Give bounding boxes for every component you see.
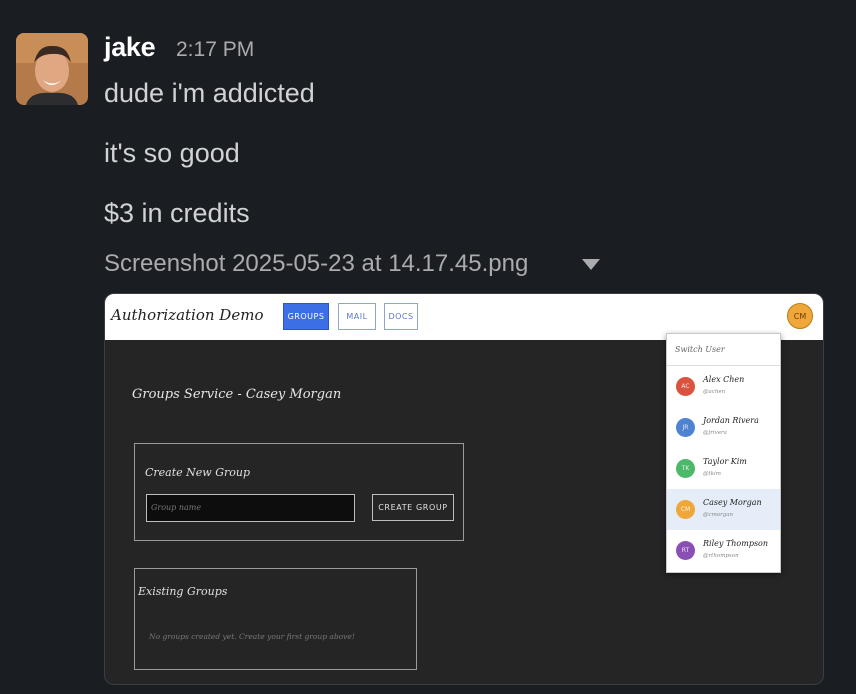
user-handle: @tkim [703, 471, 722, 477]
attachment-image[interactable]: Authorization Demo GROUPS MAIL DOCS CM G… [104, 293, 824, 685]
user-avatar: JR [676, 418, 695, 437]
attachment-filename[interactable]: Screenshot 2025-05-23 at 14.17.45.png [104, 250, 528, 278]
panel-title: Create New Group [145, 466, 251, 479]
user-name: Jordan Rivera [703, 416, 759, 425]
user-name: Riley Thompson [703, 539, 769, 548]
user-avatar: TK [676, 459, 695, 478]
user-name: Alex Chen [703, 375, 745, 384]
user-avatar: CM [676, 500, 695, 519]
group-name-input[interactable]: Group name [146, 494, 355, 522]
user-name: Casey Morgan [703, 498, 762, 507]
user-handle: @rthompson [703, 553, 739, 559]
user-option-alex-chen[interactable]: AC Alex Chen @achen [667, 366, 780, 407]
existing-groups-panel: Existing Groups No groups created yet. C… [134, 568, 417, 670]
user-avatar: RT [676, 541, 695, 560]
user-handle: @jrivera [703, 430, 727, 436]
dropdown-heading: Switch User [675, 345, 725, 354]
message-timestamp[interactable]: 2:17 PM [176, 38, 254, 62]
author-avatar[interactable] [16, 33, 88, 105]
tab-groups[interactable]: GROUPS [283, 303, 329, 330]
message-line: it's so good [104, 138, 240, 168]
author-name[interactable]: jake [104, 32, 156, 63]
message-line: dude i'm addicted [104, 78, 315, 108]
user-handle: @achen [703, 389, 726, 395]
empty-state-message: No groups created yet. Create your first… [149, 632, 355, 641]
chevron-down-icon[interactable] [582, 259, 600, 270]
message-line: $3 in credits [104, 198, 250, 228]
tab-mail[interactable]: MAIL [338, 303, 376, 330]
create-group-button[interactable]: CREATE GROUP [372, 494, 454, 521]
create-group-panel: Create New Group Group name CREATE GROUP [134, 443, 464, 541]
tab-docs[interactable]: DOCS [384, 303, 418, 330]
panel-title: Existing Groups [138, 585, 228, 598]
switch-user-dropdown: Switch User AC Alex Chen @achen JR Jorda… [666, 333, 781, 573]
app-title: Authorization Demo [111, 306, 264, 324]
user-name: Taylor Kim [703, 457, 747, 466]
avatar-photo [16, 33, 88, 105]
user-option-jordan-rivera[interactable]: JR Jordan Rivera @jrivera [667, 407, 780, 448]
current-user-avatar[interactable]: CM [787, 303, 813, 329]
user-option-riley-thompson[interactable]: RT Riley Thompson @rthompson [667, 530, 780, 571]
page-title: Groups Service - Casey Morgan [132, 387, 342, 402]
user-avatar: AC [676, 377, 695, 396]
user-option-casey-morgan[interactable]: CM Casey Morgan @cmorgan [667, 489, 780, 530]
user-option-taylor-kim[interactable]: TK Taylor Kim @tkim [667, 448, 780, 489]
chat-message: jake 2:17 PM dude i'm addicted it's so g… [0, 0, 856, 694]
user-handle: @cmorgan [703, 512, 734, 518]
